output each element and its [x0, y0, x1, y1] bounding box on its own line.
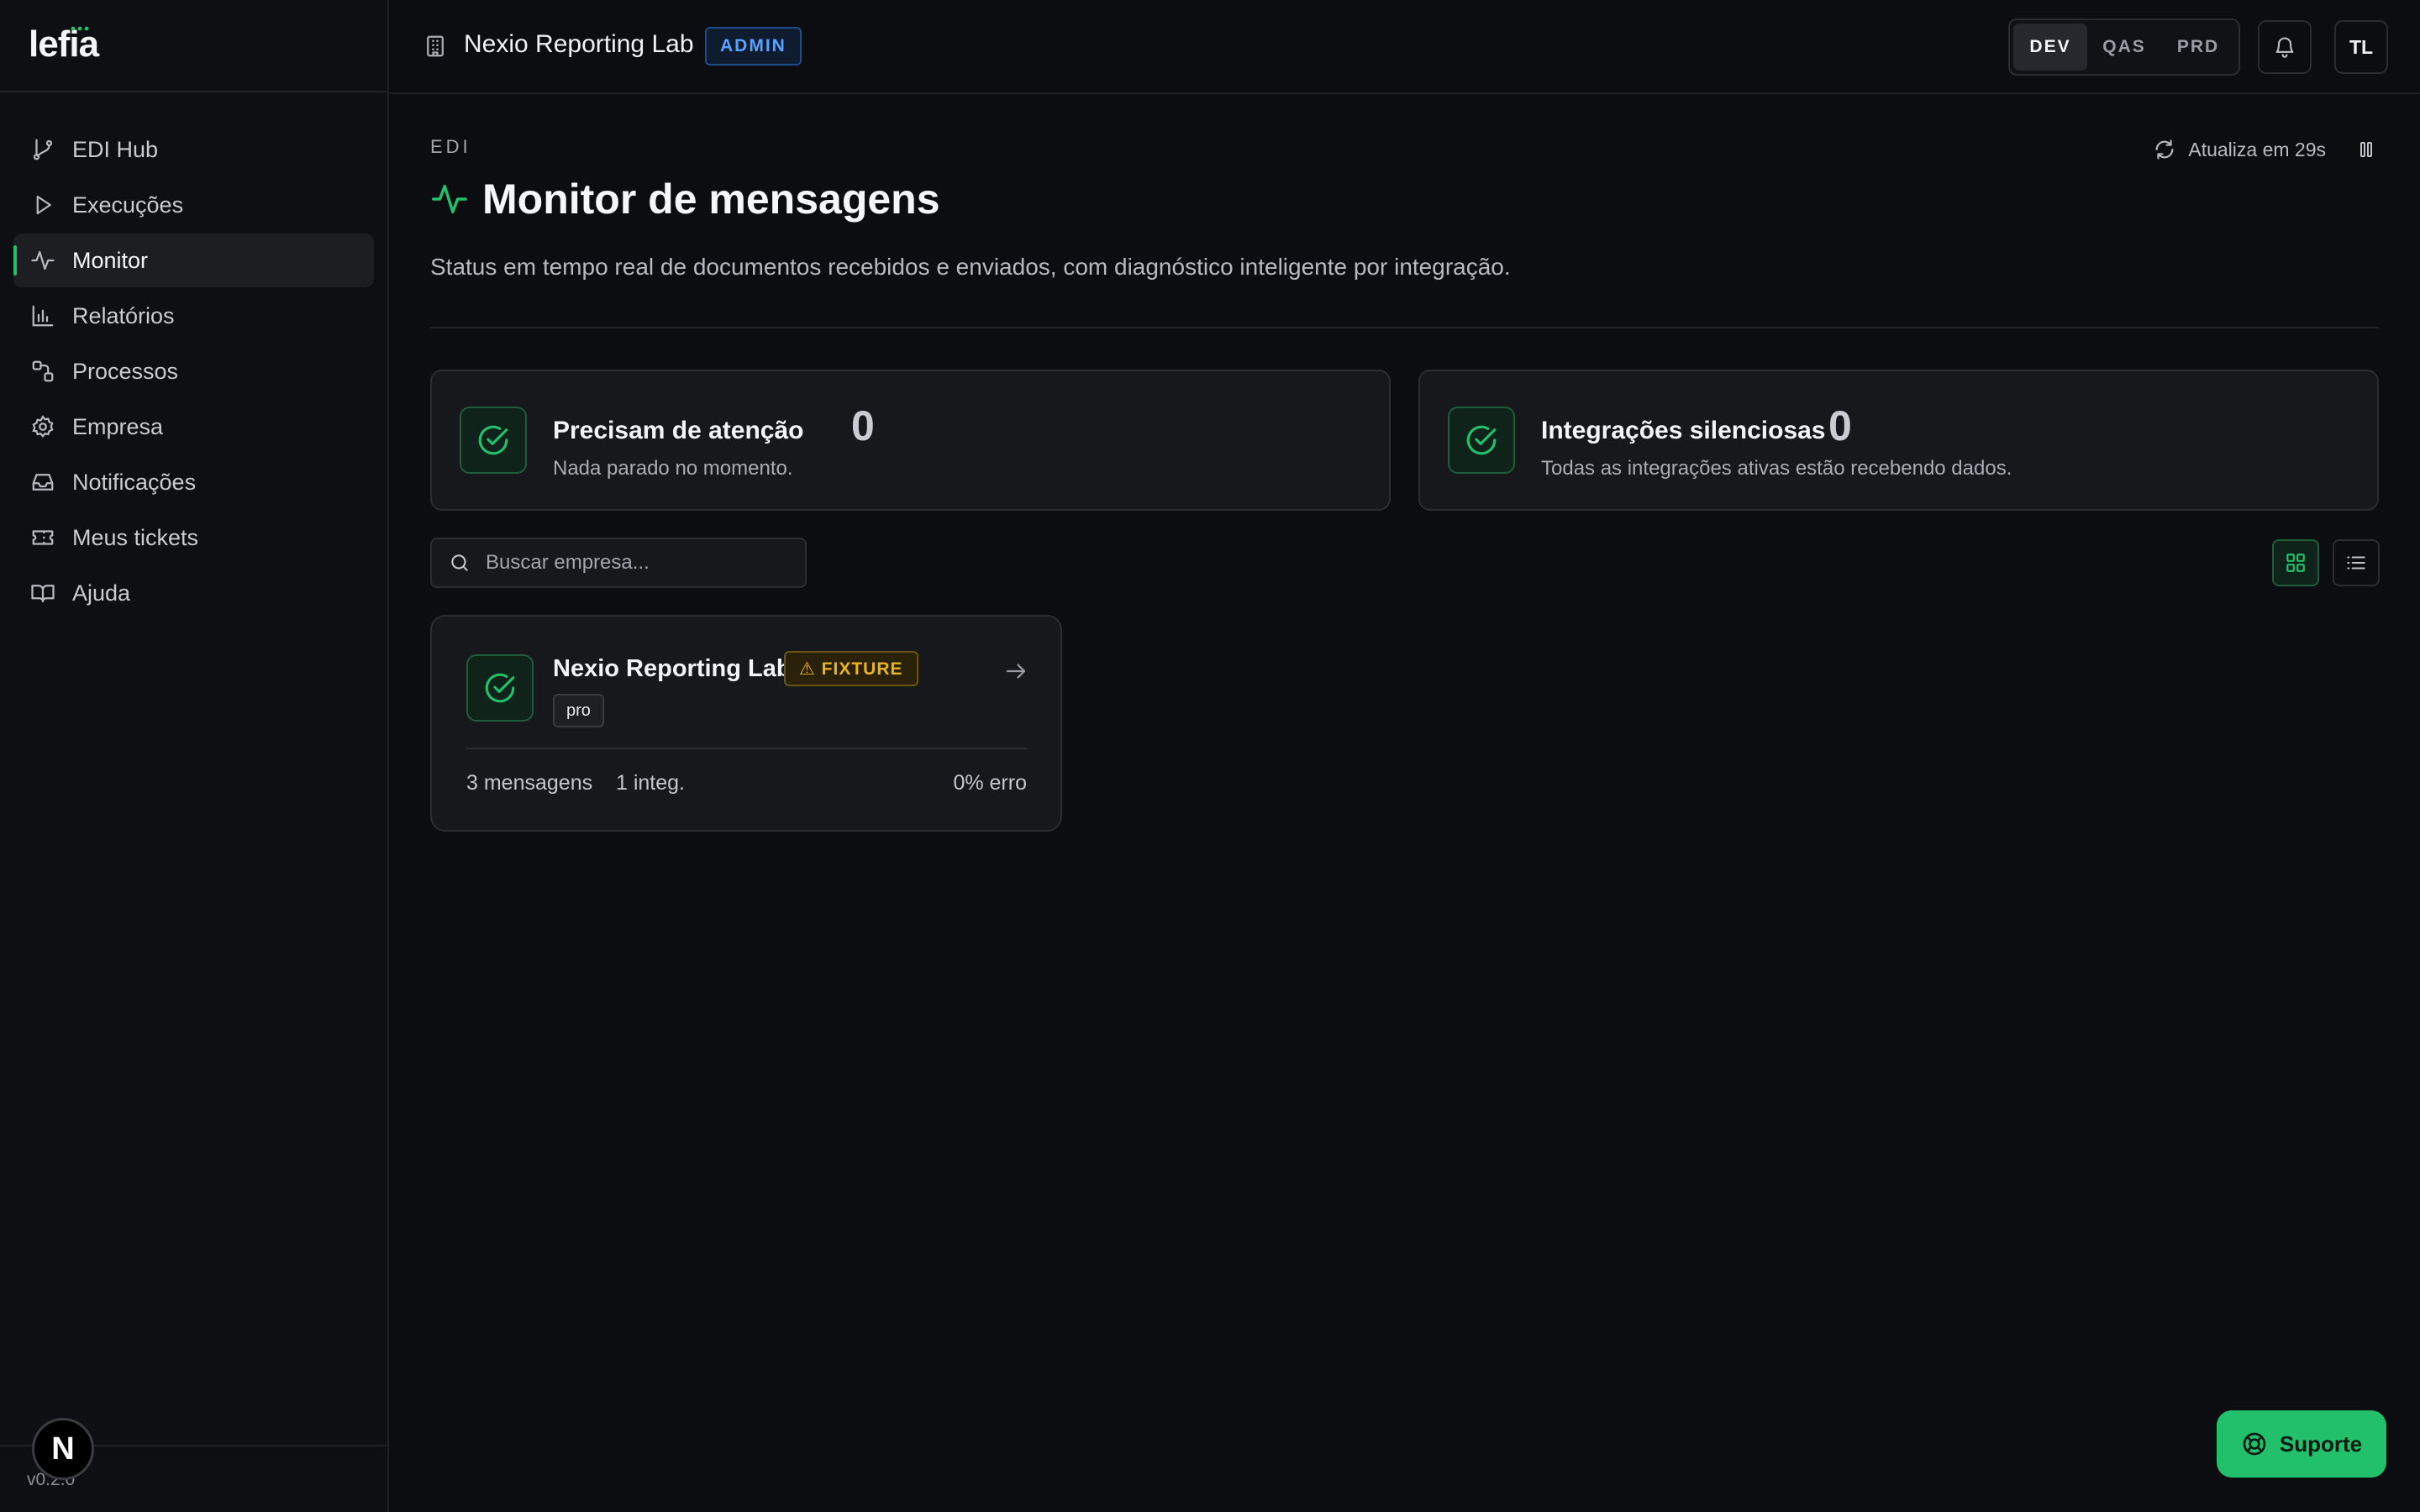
stat-value: 0: [851, 402, 875, 449]
support-label: Suporte: [2279, 1431, 2363, 1457]
card-divider: [466, 748, 1027, 749]
sidebar-nav: EDI Hub Execuções Monitor Relatórios Pro…: [0, 92, 387, 620]
plan-badge: pro: [553, 694, 604, 727]
sidebar-item-label: Monitor: [72, 247, 149, 273]
env-qas-button[interactable]: QAS: [2087, 24, 2161, 71]
inbox-icon: [32, 474, 54, 491]
stat-card-attention: Precisam de atenção 0 Nada parado no mom…: [430, 370, 1391, 511]
bell-icon: [2275, 37, 2294, 58]
sidebar-item-monitor[interactable]: Monitor: [13, 234, 374, 287]
environment-switcher: DEV QAS PRD: [2008, 18, 2240, 76]
sidebar-item-empresa[interactable]: Empresa: [13, 400, 374, 454]
page-subtitle: Status em tempo real de documentos receb…: [430, 254, 1511, 280]
stat-label: Integrações silenciosas: [1541, 417, 1826, 444]
stat-description: Nada parado no momento.: [553, 457, 793, 480]
sidebar-item-label: Ajuda: [72, 580, 131, 606]
refresh-countdown: Atualiza em 29s: [2188, 138, 2326, 160]
logo-dots-icon: [71, 26, 89, 31]
support-button[interactable]: Suporte: [2217, 1410, 2386, 1478]
check-circle-icon: [1466, 425, 1497, 455]
notifications-button[interactable]: [2258, 20, 2312, 74]
arrow-right-icon[interactable]: [1003, 659, 1028, 684]
sidebar-item-relatorios[interactable]: Relatórios: [13, 289, 374, 343]
list-view-button[interactable]: [2333, 539, 2380, 586]
sidebar-item-label: Processos: [72, 358, 179, 384]
sidebar-item-meus-tickets[interactable]: Meus tickets: [13, 511, 374, 564]
dev-tools-badge[interactable]: N: [32, 1418, 94, 1480]
sidebar-item-notificacoes[interactable]: Notificações: [13, 455, 374, 509]
bar-chart-icon: [32, 305, 54, 327]
sidebar-item-execucoes[interactable]: Execuções: [13, 178, 374, 232]
stat-icon-box: [1448, 407, 1515, 474]
activity-icon: [432, 184, 467, 214]
pause-icon: [2360, 142, 2372, 157]
sidebar-item-label: Empresa: [72, 413, 164, 439]
error-rate: 0% erro: [953, 771, 1027, 795]
pause-refresh-button[interactable]: [2356, 139, 2376, 160]
company-status-icon-box: [466, 654, 534, 722]
sidebar-item-edi-hub[interactable]: EDI Hub: [13, 123, 374, 176]
sidebar-item-processos[interactable]: Processos: [13, 344, 374, 398]
search-icon: [451, 554, 468, 571]
logo-area: lefia: [0, 0, 387, 92]
building-icon: [427, 35, 444, 57]
stat-description: Todas as integrações ativas estão recebe…: [1541, 457, 2012, 480]
gear-icon: [32, 415, 54, 438]
sidebar-item-label: Execuções: [72, 192, 184, 218]
stat-value: 0: [1828, 402, 1852, 449]
lifebuoy-icon: [2243, 1432, 2266, 1456]
page-eyebrow: EDI: [430, 136, 471, 157]
company-name: Nexio Reporting Lab: [553, 655, 792, 682]
grid-view-button[interactable]: [2272, 539, 2319, 586]
activity-icon: [31, 250, 55, 270]
sidebar-item-label: Meus tickets: [72, 524, 199, 550]
sidebar-item-label: Notificações: [72, 469, 197, 495]
env-prd-button[interactable]: PRD: [2161, 24, 2235, 71]
sidebar: lefia EDI Hub Execuções Monitor Relatóri…: [0, 0, 389, 1512]
check-circle-icon: [485, 673, 515, 703]
fixture-badge: ⚠ FIXTURE: [784, 651, 918, 686]
message-count: 3 mensagens: [466, 771, 593, 795]
stat-icon-box: [460, 407, 527, 474]
sidebar-item-label: Relatórios: [72, 302, 175, 328]
main-content: EDI Atualiza em 29s Monitor de mensagens…: [389, 94, 2420, 1512]
grid-icon: [2286, 554, 2305, 572]
search-input[interactable]: [486, 551, 788, 575]
workflow-icon: [32, 360, 54, 382]
refresh-icon: [2155, 139, 2174, 160]
book-icon: [31, 585, 55, 603]
auto-refresh-indicator[interactable]: Atualiza em 29s: [2153, 138, 2326, 161]
stat-card-silent-integrations: Integrações silenciosas 0 Todas as integ…: [1418, 370, 2379, 511]
header-divider: [430, 327, 2379, 328]
org-name[interactable]: Nexio Reporting Lab: [464, 30, 694, 59]
list-icon: [2347, 556, 2365, 570]
stat-label: Precisam de atenção: [553, 417, 804, 444]
sidebar-item-label: EDI Hub: [72, 136, 159, 162]
page-title: Monitor de mensagens: [482, 176, 940, 223]
check-circle-icon: [478, 425, 508, 455]
env-dev-button[interactable]: DEV: [2013, 24, 2087, 71]
ticket-icon: [32, 530, 54, 545]
git-branch-icon: [33, 139, 53, 160]
role-badge: ADMIN: [705, 27, 802, 66]
user-avatar[interactable]: TL: [2334, 20, 2388, 74]
company-card[interactable]: Nexio Reporting Lab ⚠ FIXTURE pro 3 mens…: [430, 615, 1062, 832]
play-icon: [36, 195, 51, 215]
company-search: [430, 538, 807, 588]
integration-count: 1 integ.: [616, 771, 686, 795]
sidebar-item-ajuda[interactable]: Ajuda: [13, 566, 374, 620]
topbar: Nexio Reporting Lab ADMIN DEV QAS PRD TL: [389, 0, 2420, 94]
page-title-row: Monitor de mensagens: [430, 175, 940, 223]
